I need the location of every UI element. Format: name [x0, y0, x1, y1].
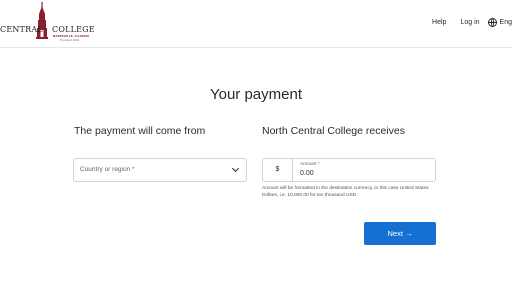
payer-heading: The payment will come from — [74, 125, 206, 137]
globe-icon — [487, 17, 497, 27]
country-select[interactable]: Country or region * — [73, 158, 247, 182]
login-link[interactable]: Log in — [460, 19, 479, 26]
top-nav: Help Log in Eng — [432, 15, 512, 29]
tower-logo-icon — [36, 2, 48, 39]
next-button[interactable]: Next → — [364, 222, 436, 245]
help-link[interactable]: Help — [432, 19, 446, 26]
college-logo[interactable]: CENTRAL COLLEGE NAPERVILLE, ILLINOIS Fou… — [0, 0, 110, 48]
language-label: Eng — [499, 18, 512, 26]
country-select-placeholder: Country or region * — [80, 166, 135, 173]
page-title: Your payment — [209, 86, 302, 103]
currency-symbol: $ — [263, 159, 293, 181]
language-selector[interactable]: Eng — [487, 17, 512, 27]
amount-input[interactable]: 0.00 — [300, 170, 314, 177]
header: CENTRAL COLLEGE NAPERVILLE, ILLINOIS Fou… — [0, 0, 512, 48]
logo-text-central: CENTRAL — [0, 25, 43, 34]
chevron-down-icon — [231, 164, 240, 173]
recipient-heading: North Central College receives — [262, 125, 405, 137]
logo-text-college: COLLEGE — [52, 25, 95, 34]
logo-subtitle: NAPERVILLE, ILLINOIS — [53, 35, 90, 38]
amount-field[interactable]: $ Amount * 0.00 — [262, 158, 436, 182]
amount-hint: Amount will be formatted in the destinat… — [262, 186, 429, 198]
amount-label: Amount * — [300, 162, 320, 167]
logo-founded: Founded 1861 — [60, 39, 80, 42]
